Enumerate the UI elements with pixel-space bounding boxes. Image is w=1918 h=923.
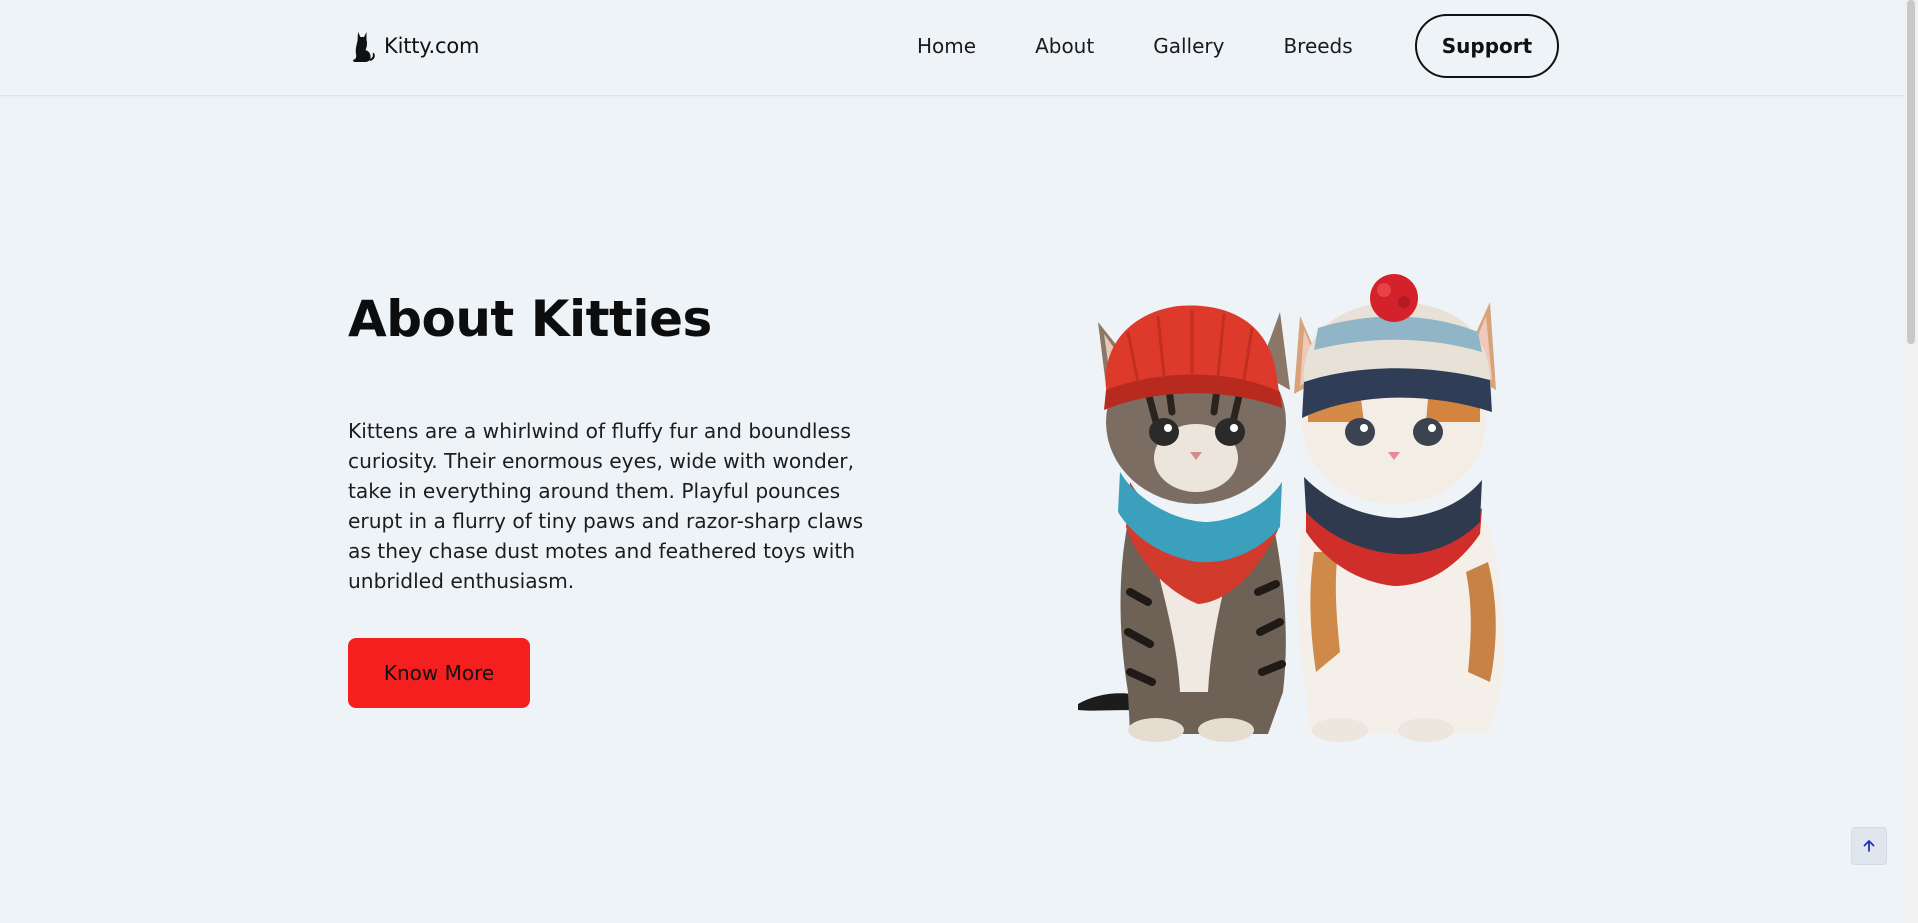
know-more-button[interactable]: Know More (348, 638, 530, 708)
kittens-image (1078, 274, 1504, 742)
support-button[interactable]: Support (1415, 14, 1559, 78)
brand-name: Kitty.com (384, 34, 480, 58)
left-kitten-eye (1215, 418, 1245, 446)
hero-description: Kittens are a whirlwind of fluffy fur an… (348, 419, 864, 593)
main-nav: Home About Gallery Breeds (917, 28, 1353, 64)
brand-link[interactable]: Kitty.com (348, 28, 479, 64)
cat-silhouette-icon (353, 32, 375, 62)
right-kitten-pompom (1370, 274, 1418, 322)
site-header: Kitty.com Home About Gallery Breeds Supp… (0, 0, 1904, 96)
back-to-top-button[interactable] (1851, 827, 1887, 865)
nav-gallery[interactable]: Gallery (1153, 34, 1224, 58)
left-kitten-paw (1128, 718, 1184, 742)
left-kitten-paw (1198, 718, 1254, 742)
nav-about[interactable]: About (1035, 34, 1094, 58)
vertical-scrollbar[interactable] (1904, 0, 1918, 923)
page: Kitty.com Home About Gallery Breeds Supp… (0, 0, 1918, 923)
nav-breeds[interactable]: Breeds (1283, 34, 1352, 58)
right-kitten-paw (1312, 718, 1368, 742)
hero-title: About Kitties (348, 290, 712, 348)
right-kitten-paw (1398, 718, 1454, 742)
left-kitten-eye (1149, 418, 1179, 446)
right-kitten-eye (1345, 418, 1375, 446)
scrollbar-thumb[interactable] (1907, 0, 1915, 344)
right-kitten-eye (1413, 418, 1443, 446)
arrow-up-icon (1863, 840, 1875, 852)
nav-home[interactable]: Home (917, 34, 976, 58)
